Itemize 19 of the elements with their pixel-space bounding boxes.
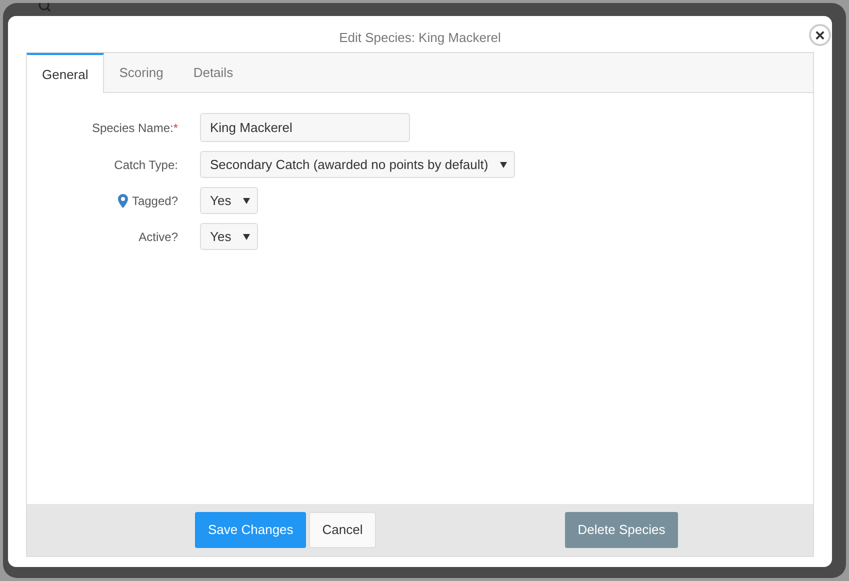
tab[interactable]: Scoring (104, 53, 178, 92)
tab[interactable]: Details (178, 53, 248, 92)
tab[interactable]: General (27, 53, 104, 94)
field-label: Catch Type: (114, 156, 178, 174)
caret-icon (243, 234, 250, 240)
dropdown[interactable]: Yes (200, 187, 258, 214)
caret-icon (243, 198, 250, 204)
required-mark: * (173, 120, 178, 136)
close-button[interactable]: × (809, 24, 831, 46)
field-label: Tagged? (132, 192, 178, 210)
caret-icon (500, 162, 508, 168)
field-label: Species Name: (92, 120, 174, 136)
dropdown[interactable]: Yes (200, 223, 258, 250)
species-name-field[interactable]: King Mackerel (200, 113, 410, 142)
dialog-title: Edit Species: King Mackerel (339, 29, 501, 48)
search-icon (38, 3, 52, 13)
cancel-button[interactable]: Cancel (309, 512, 376, 548)
field-label: Active? (138, 228, 178, 246)
dropdown[interactable]: Secondary Catch (awarded no points by default) (200, 151, 516, 178)
